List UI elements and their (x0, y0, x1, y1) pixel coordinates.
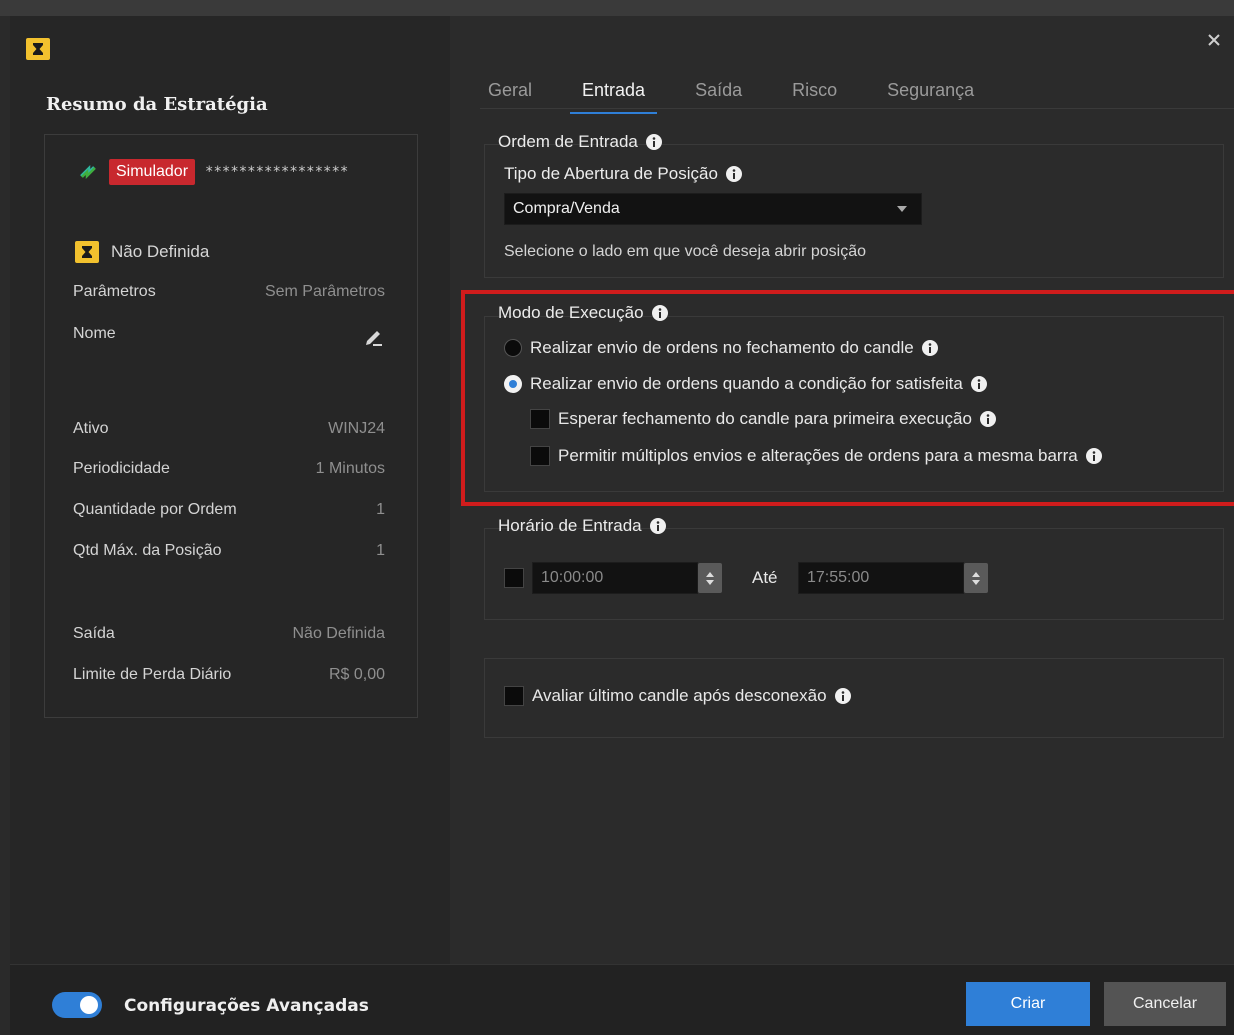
close-button[interactable] (1202, 28, 1226, 52)
summary-row-qtd-max: Qtd Máx. da Posição 1 (73, 542, 385, 559)
summary-row-parametros: Parâmetros Sem Parâmetros (73, 283, 385, 300)
info-icon[interactable] (921, 340, 938, 356)
strategy-label: Não Definida (111, 242, 210, 261)
masked-account: ***************** (205, 164, 349, 180)
info-icon[interactable] (725, 166, 742, 182)
start-time-input[interactable]: 10:00:00 (532, 562, 698, 594)
radio-button[interactable] (504, 339, 522, 357)
chevron-down-icon (897, 206, 907, 212)
info-icon[interactable] (970, 376, 987, 392)
tab-saida[interactable]: Saída (695, 76, 742, 110)
checkbox-wait-close[interactable]: Esperar fechamento do candle para primei… (530, 409, 996, 429)
end-time-spinner[interactable] (964, 563, 988, 593)
info-icon[interactable] (979, 411, 996, 427)
advanced-settings-toggle[interactable] (52, 992, 102, 1018)
pencil-icon[interactable] (363, 325, 385, 347)
info-icon[interactable] (649, 518, 666, 534)
tab-seguranca[interactable]: Segurança (887, 76, 974, 110)
cancel-button[interactable]: Cancelar (1104, 982, 1226, 1026)
time-to-label: Até (752, 568, 778, 587)
summary-row-limite-perda: Limite de Perda Diário R$ 0,00 (73, 666, 385, 683)
advanced-settings-label: Configurações Avançadas (124, 996, 369, 1016)
tab-geral[interactable]: Geral (488, 76, 532, 110)
info-icon[interactable] (645, 134, 662, 150)
tab-risco[interactable]: Risco (792, 76, 837, 110)
checkbox-multiple-sends[interactable]: Permitir múltiplos envios e alterações d… (530, 446, 1102, 466)
summary-row-nome: Nome (73, 325, 385, 347)
summary-title: Resumo da Estratégia (46, 94, 268, 115)
info-icon[interactable] (1085, 448, 1102, 464)
tab-entrada[interactable]: Entrada (570, 76, 658, 114)
entry-time-checkbox[interactable] (504, 568, 524, 588)
account-row: Simulador ***************** (77, 159, 348, 185)
radio-condition-met[interactable]: Realizar envio de ordens quando a condiç… (504, 374, 987, 394)
checkbox[interactable] (530, 409, 550, 429)
chevron-up-icon (972, 571, 980, 577)
summary-row-periodicidade: Periodicidade 1 Minutos (73, 460, 385, 477)
entry-time-title: Horário de Entrada (498, 516, 666, 536)
checkbox-reconnect[interactable]: Avaliar último candle após desconexão (504, 686, 851, 706)
execution-mode-title: Modo de Execução (498, 303, 668, 323)
position-type-select[interactable]: Compra/Venda (504, 193, 922, 225)
chevron-down-icon (972, 579, 980, 585)
radio-close-candle[interactable]: Realizar envio de ordens no fechamento d… (504, 338, 938, 358)
tab-divider (480, 108, 1234, 109)
hourglass-icon (75, 241, 99, 263)
checkbox[interactable] (530, 446, 550, 466)
summary-row-saida: Saída Não Definida (73, 625, 385, 642)
chevron-up-icon (706, 571, 714, 577)
end-time-input[interactable]: 17:55:00 (798, 562, 964, 594)
position-type-hint: Selecione o lado em que você deseja abri… (504, 243, 867, 260)
hourglass-logo-icon (26, 38, 50, 60)
info-icon[interactable] (651, 305, 668, 321)
tab-bar: Geral Entrada Saída Risco Segurança (488, 76, 1024, 114)
summary-row-quantidade: Quantidade por Ordem 1 (73, 501, 385, 518)
title-bar-strip (0, 0, 1234, 16)
strategy-row: Não Definida (75, 241, 209, 263)
start-time-spinner[interactable] (698, 563, 722, 593)
summary-row-ativo: Ativo WINJ24 (73, 420, 385, 437)
checkbox[interactable] (504, 686, 524, 706)
simulator-badge: Simulador (109, 159, 196, 185)
arrows-icon (80, 164, 96, 180)
strategy-dialog: Resumo da Estratégia Simulador *********… (10, 16, 1234, 1035)
close-icon (1208, 34, 1220, 46)
radio-button-selected[interactable] (504, 375, 522, 393)
entry-order-title: Ordem de Entrada (498, 132, 662, 152)
create-button[interactable]: Criar (966, 982, 1090, 1026)
chevron-down-icon (706, 579, 714, 585)
summary-panel: Resumo da Estratégia Simulador *********… (10, 16, 450, 964)
info-icon[interactable] (834, 688, 851, 704)
position-type-label: Tipo de Abertura de Posição (504, 164, 742, 184)
summary-box: Simulador ***************** Não Definida… (44, 134, 418, 718)
